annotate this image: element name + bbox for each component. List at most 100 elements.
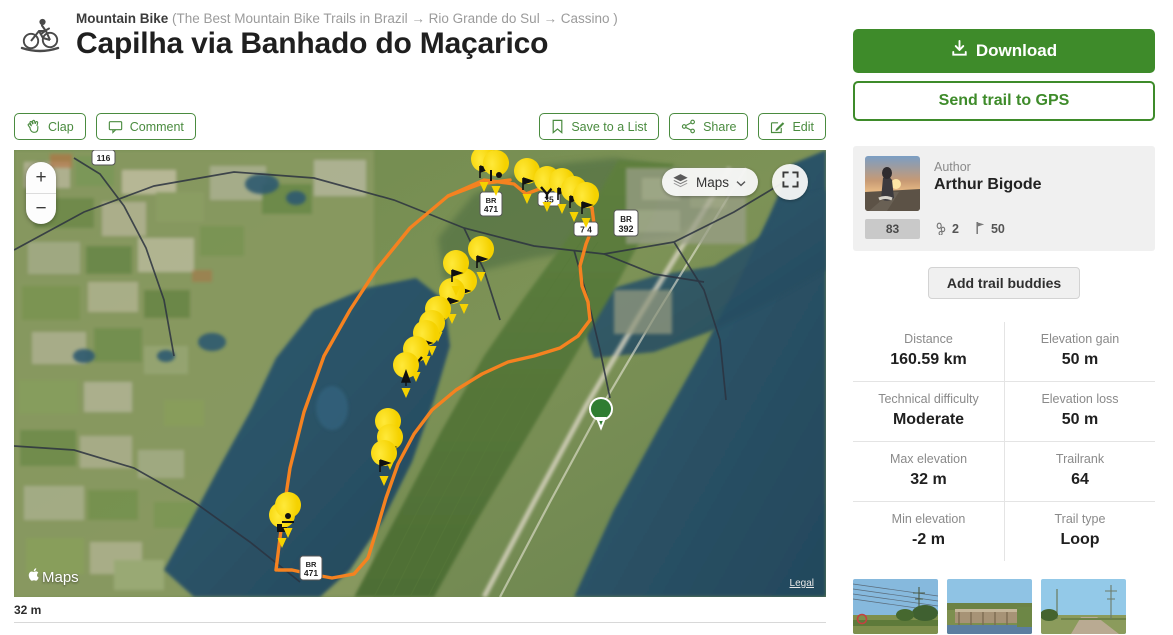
breadcrumb-path[interactable]: (The Best Mountain Bike Trails in Brazil… — [172, 11, 618, 26]
stat-trailrank: Trailrank 64 — [1004, 442, 1155, 501]
avatar[interactable] — [865, 156, 920, 211]
stat-technical-difficulty: Technical difficulty Moderate — [853, 382, 1004, 441]
road-shield-br471-south: BR 471 — [299, 555, 323, 581]
trail-map[interactable]: 116 BR 471 35 7 4 BR 392 BR 471 + − Maps… — [14, 150, 826, 597]
stat-trail-type: Trail type Loop — [1004, 502, 1155, 561]
flag-icon — [975, 221, 986, 238]
comment-icon — [108, 120, 123, 134]
stat-value: 64 — [1071, 471, 1089, 488]
road-shield-br392: BR 392 — [613, 209, 639, 237]
map-layers-selector[interactable]: Maps — [661, 168, 758, 196]
stat-distance: Distance 160.59 km — [853, 322, 1004, 381]
stat-value: 50 m — [1061, 411, 1099, 428]
author-flags-stat: 50 — [975, 221, 1005, 238]
comment-button[interactable]: Comment — [95, 113, 196, 140]
mountain-bike-icon — [18, 12, 62, 56]
stat-label: Trail type — [1054, 512, 1106, 526]
page-header: Mountain Bike (The Best Mountain Bike Tr… — [14, 8, 826, 66]
author-trails-stat: 2 — [936, 221, 959, 238]
svg-text:471: 471 — [304, 568, 318, 578]
trail-photo-powerlines[interactable] — [853, 579, 938, 634]
footprint-icon — [936, 221, 947, 238]
trail-photo-dirt-road[interactable] — [1041, 579, 1126, 634]
clap-button[interactable]: Clap — [14, 113, 86, 140]
author-label: Author — [934, 160, 971, 174]
author-meta: Author Arthur Bigode — [934, 156, 1042, 195]
buddies-wrap: Add trail buddies — [853, 267, 1155, 299]
download-icon — [951, 40, 968, 62]
layers-icon — [672, 173, 689, 191]
map-attribution: Maps — [28, 567, 79, 587]
svg-text:392: 392 — [618, 224, 633, 234]
map-attribution-label: Maps — [42, 568, 79, 586]
trail-actions: Save to a List Share Edit — [539, 113, 826, 140]
road-shield-116: 116 — [91, 150, 116, 166]
stat-label: Trailrank — [1055, 452, 1105, 466]
download-label: Download — [975, 41, 1058, 60]
comment-label: Comment — [129, 119, 184, 134]
stats-row: Technical difficulty Moderate Elevation … — [853, 381, 1155, 441]
author-stats: 83 2 50 — [865, 219, 1143, 239]
edit-icon — [770, 119, 785, 134]
stat-label: Max elevation — [889, 452, 968, 466]
fullscreen-icon — [781, 171, 799, 193]
stat-value: -2 m — [912, 531, 945, 548]
road-shield-br471-north: BR 471 — [479, 191, 503, 217]
map-legal-link[interactable]: Legal — [790, 578, 814, 589]
zoom-in-button[interactable]: + — [26, 162, 56, 193]
svg-text:BR: BR — [620, 215, 632, 224]
breadcrumb-sport[interactable]: Mountain Bike — [76, 11, 168, 26]
trail-photo-bridge[interactable] — [947, 579, 1032, 634]
save-to-list-label: Save to a List — [571, 119, 648, 134]
map-scale-label: 32 m — [14, 603, 42, 617]
edit-label: Edit — [792, 119, 814, 134]
share-icon — [681, 119, 696, 134]
clap-label: Clap — [48, 119, 74, 134]
stat-label: Elevation loss — [1041, 392, 1119, 406]
map-zoom-controls[interactable]: + − — [26, 162, 56, 224]
stats-row: Max elevation 32 m Trailrank 64 — [853, 441, 1155, 501]
edit-button[interactable]: Edit — [758, 113, 826, 140]
save-to-list-button[interactable]: Save to a List — [539, 113, 660, 140]
bookmark-icon — [551, 119, 564, 134]
stat-max-elevation: Max elevation 32 m — [853, 442, 1004, 501]
fullscreen-button[interactable] — [772, 164, 808, 200]
stat-value: 50 m — [1061, 351, 1099, 368]
trail-photo-strip — [853, 579, 1155, 634]
svg-text:471: 471 — [484, 204, 498, 214]
map-scale-bar — [14, 622, 826, 623]
download-button[interactable]: Download — [853, 29, 1155, 73]
clap-icon — [26, 119, 41, 134]
stat-value: 32 m — [910, 471, 947, 488]
author-name[interactable]: Arthur Bigode — [934, 175, 1042, 195]
zoom-out-button[interactable]: − — [26, 193, 56, 224]
author-flags-count: 50 — [990, 222, 1005, 236]
apple-logo-icon — [28, 567, 41, 587]
stat-label: Distance — [904, 332, 953, 346]
stats-row: Min elevation -2 m Trail type Loop — [853, 501, 1155, 561]
send-to-gps-button[interactable]: Send trail to GPS — [853, 81, 1155, 121]
social-actions: Clap Comment — [14, 113, 196, 140]
sidebar: Download Send trail to GPS Author Arthur… — [853, 0, 1155, 635]
stat-value: Loop — [1060, 531, 1100, 548]
share-button[interactable]: Share — [669, 113, 749, 140]
chevron-down-icon — [736, 175, 746, 190]
stat-elevation-gain: Elevation gain 50 m — [1004, 322, 1155, 381]
share-label: Share — [703, 119, 737, 134]
left-column: Mountain Bike (The Best Mountain Bike Tr… — [0, 0, 840, 635]
stat-min-elevation: Min elevation -2 m — [853, 502, 1004, 561]
stat-label: Min elevation — [891, 512, 966, 526]
stats-row: Distance 160.59 km Elevation gain 50 m — [853, 322, 1155, 381]
stat-label: Elevation gain — [1040, 332, 1120, 346]
trail-detail-page: Mountain Bike (The Best Mountain Bike Tr… — [0, 0, 1173, 635]
page-title: Capilha via Banhado do Maçarico — [76, 27, 549, 60]
breadcrumb[interactable]: Mountain Bike (The Best Mountain Bike Tr… — [76, 10, 618, 27]
author-score-badge: 83 — [865, 219, 920, 239]
map-layers-label: Maps — [695, 174, 729, 190]
map-canvas[interactable]: 116 BR 471 35 7 4 BR 392 BR 471 — [14, 150, 826, 597]
trail-stats-grid: Distance 160.59 km Elevation gain 50 m T… — [853, 322, 1155, 561]
stat-elevation-loss: Elevation loss 50 m — [1004, 382, 1155, 441]
add-trail-buddies-button[interactable]: Add trail buddies — [927, 267, 1081, 299]
author-trails-count: 2 — [952, 222, 959, 236]
stat-label: Technical difficulty — [878, 392, 979, 406]
